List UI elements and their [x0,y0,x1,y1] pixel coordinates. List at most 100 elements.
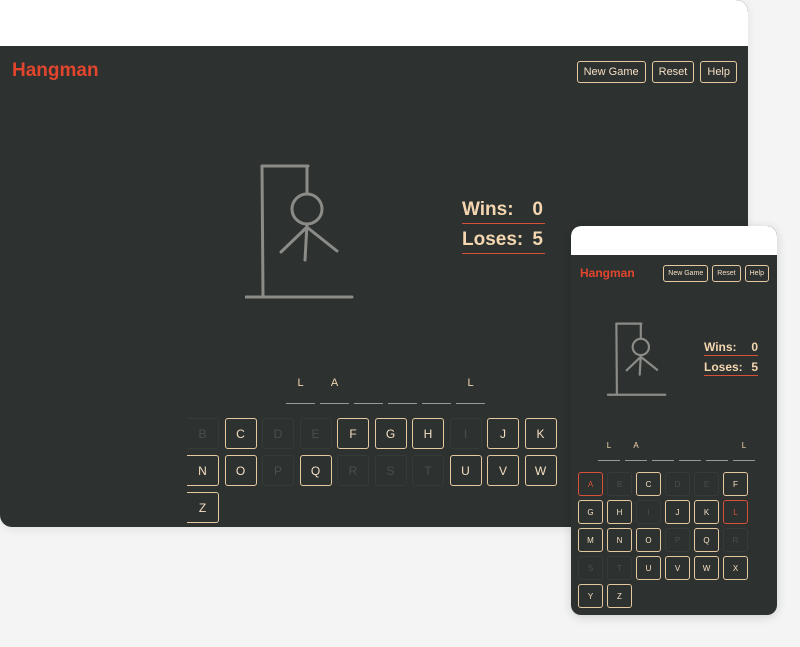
key-j[interactable]: J [665,500,690,524]
letter-slot [388,375,417,404]
word-display: L A L [598,439,755,461]
gallows-post [260,164,265,298]
app-title: Hangman [580,266,635,280]
key-c[interactable]: C [224,418,257,449]
gallows-post [615,322,618,396]
key-d: D [262,418,294,449]
key-f[interactable]: F [723,472,748,496]
key-p: P [665,528,690,552]
key-r: R [723,528,748,552]
wins-label: Wins: [704,340,737,354]
letter-slot: A [625,439,647,461]
key-w[interactable]: W [524,455,557,486]
key-q[interactable]: Q [299,455,332,486]
key-t: T [607,556,632,580]
wins-label: Wins: [462,199,514,220]
reset-button[interactable]: Reset [712,265,741,282]
hangman-left-arm [625,356,642,372]
key-b: B [607,472,632,496]
key-a: A [578,472,603,496]
key-r: R [337,455,369,486]
letter-slot [422,375,451,404]
letter-slot [354,375,383,404]
key-z[interactable]: Z [187,492,219,523]
key-w[interactable]: W [694,556,719,580]
new-game-button[interactable]: New Game [663,265,709,282]
app-title: Hangman [12,60,99,81]
letter-slot: L [733,439,755,461]
key-k[interactable]: K [524,418,557,449]
key-g[interactable]: G [578,500,603,524]
window-top-bar [571,226,777,255]
header-buttons: New Game Reset Help [576,61,737,83]
letter-slot: L [598,439,620,461]
hangman-drawing [607,322,667,396]
key-s: S [374,455,407,486]
wins-value: 0 [751,340,758,354]
letter-keyboard: ABCDEF GHIJKL MNOPQR STUVWX YZ [578,472,758,608]
key-u[interactable]: U [449,455,482,486]
new-game-button[interactable]: New Game [576,61,646,83]
key-y[interactable]: Y [578,584,603,608]
key-b: B [187,418,219,449]
key-e: E [694,472,719,496]
mobile-app-window: Hangman New Game Reset Help Wins: 0 Lose… [571,226,777,615]
wins-value: 0 [532,199,543,220]
key-i: I [636,500,661,524]
key-n[interactable]: N [187,455,219,486]
wins-row: Wins: 0 [704,340,758,356]
key-i: I [449,418,482,449]
loses-value: 5 [751,360,758,374]
hangman-left-arm [279,226,308,254]
score-board: Wins: 0 Loses: 5 [462,199,545,259]
key-c[interactable]: C [636,472,661,496]
key-t: T [412,455,444,486]
header-buttons: New Game Reset Help [663,265,769,282]
key-p: P [262,455,294,486]
key-e: E [299,418,332,449]
letter-slot: L [456,375,485,404]
key-f[interactable]: F [337,418,369,449]
key-z[interactable]: Z [607,584,632,608]
window-top-bar [0,0,748,46]
wins-row: Wins: 0 [462,199,545,224]
reset-button[interactable]: Reset [651,61,695,83]
key-k[interactable]: K [694,500,719,524]
letter-slot: L [286,375,315,404]
key-l: L [723,500,748,524]
loses-row: Loses: 5 [462,229,545,254]
letter-slot [706,439,728,461]
score-board: Wins: 0 Loses: 5 [704,340,758,380]
word-display: L A L [286,375,485,404]
key-n[interactable]: N [607,528,632,552]
letter-keyboard: BCDEFGHIJK NOPQRSTUVW Z [187,418,559,523]
key-h[interactable]: H [412,418,444,449]
key-m[interactable]: M [578,528,603,552]
key-v[interactable]: V [665,556,690,580]
key-v[interactable]: V [487,455,519,486]
help-button[interactable]: Help [744,265,769,282]
help-button[interactable]: Help [700,61,737,83]
hangman-right-arm [640,356,659,371]
key-d: D [665,472,690,496]
letter-slot: A [320,375,349,404]
loses-label: Loses: [704,360,743,374]
key-q[interactable]: Q [694,528,719,552]
letter-slot [679,439,701,461]
hangman-right-arm [306,226,339,253]
key-g[interactable]: G [374,418,407,449]
hangman-head [290,192,324,226]
loses-value: 5 [532,229,543,250]
key-h[interactable]: H [607,500,632,524]
hangman-head [631,337,651,357]
key-o[interactable]: O [636,528,661,552]
loses-label: Loses: [462,229,524,250]
key-x[interactable]: X [723,556,748,580]
key-j[interactable]: J [487,418,519,449]
key-o[interactable]: O [224,455,257,486]
key-u[interactable]: U [636,556,661,580]
key-s: S [578,556,603,580]
letter-slot [652,439,674,461]
hangman-drawing [245,164,354,299]
loses-row: Loses: 5 [704,360,758,376]
